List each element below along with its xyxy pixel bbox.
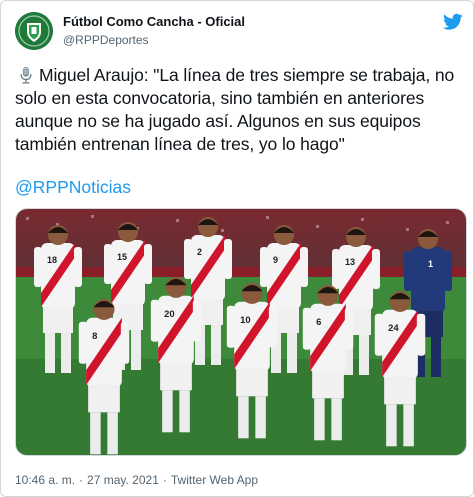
tweet-text: Miguel Araujo: "La línea de tres siempre… [15, 64, 467, 156]
team-photo-illustration: 18 15 29 13 182010 624 [16, 209, 466, 455]
jersey-number: 9 [273, 255, 278, 265]
jersey-number: 20 [164, 309, 175, 320]
tweet-body: Miguel Araujo: "La línea de tres siempre… [15, 65, 455, 154]
display-name[interactable]: Fútbol Como Cancha - Oficial [63, 14, 245, 30]
twitter-bird-icon[interactable] [443, 13, 463, 31]
meta-separator: · [79, 473, 84, 487]
jersey-number: 2 [197, 247, 202, 257]
microphone-icon [20, 66, 32, 84]
tweet-date[interactable]: 27 may. 2021 [87, 473, 159, 487]
author-names: Fútbol Como Cancha - Oficial @RPPDeporte… [63, 14, 245, 48]
tweet-time[interactable]: 10:46 a. m. [15, 473, 75, 487]
jersey-number: 15 [117, 252, 127, 262]
tweet-photo[interactable]: 18 15 2 9 13 1 8 20 10 6 24 [15, 208, 467, 456]
tweet-meta: 10:46 a. m. · 27 may. 2021 · Twitter Web… [15, 473, 258, 487]
mention-link[interactable]: @RPPNoticias [15, 177, 131, 198]
jersey-number: 18 [47, 255, 57, 265]
avatar[interactable] [15, 12, 53, 50]
jersey-number: 13 [345, 257, 355, 267]
jersey-number: 8 [92, 331, 97, 342]
jersey-number: 10 [240, 315, 251, 326]
handle[interactable]: @RPPDeportes [63, 32, 245, 48]
jersey-number: 6 [316, 317, 321, 328]
jersey-number: 24 [388, 323, 399, 334]
fcc-shield-logo-icon [15, 12, 53, 50]
tweet-source: Twitter Web App [170, 473, 259, 487]
jersey-number: 1 [428, 259, 433, 269]
meta-separator: · [162, 473, 167, 487]
tweet-card: Fútbol Como Cancha - Oficial @RPPDeporte… [0, 0, 474, 497]
tweet-header: Fútbol Como Cancha - Oficial @RPPDeporte… [15, 11, 245, 51]
